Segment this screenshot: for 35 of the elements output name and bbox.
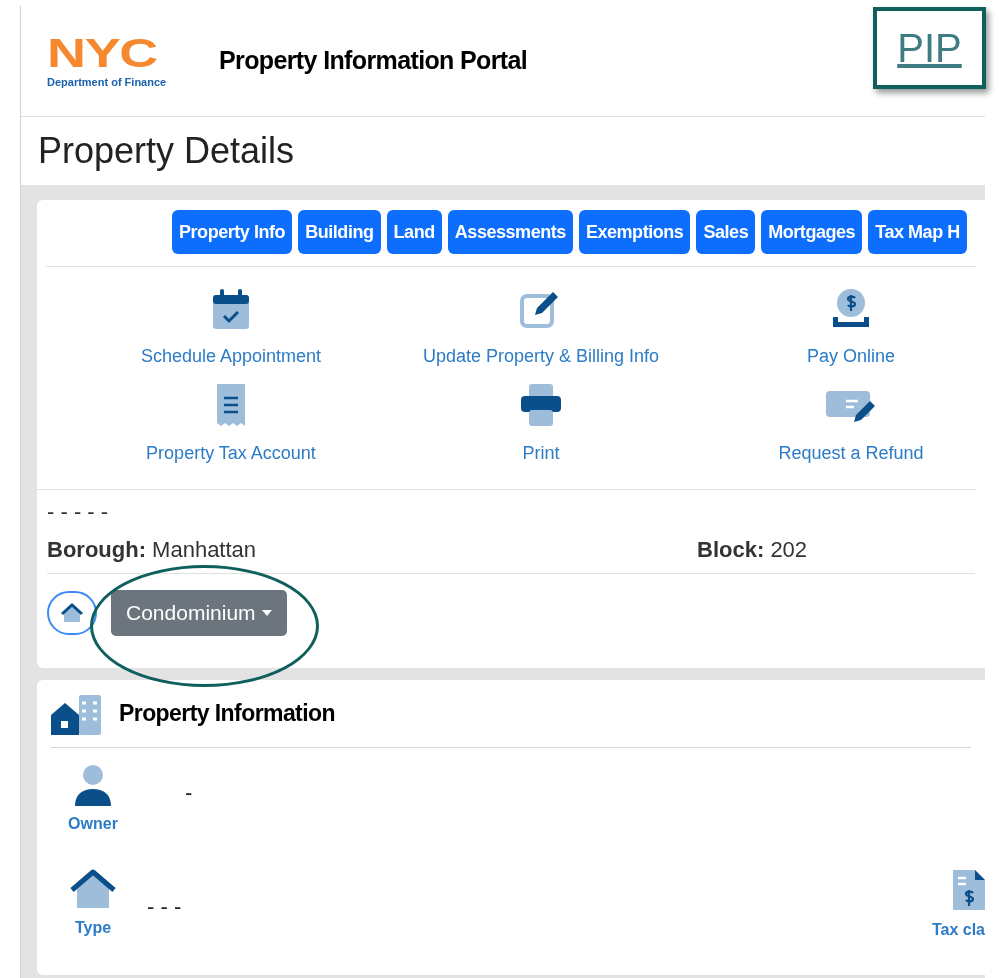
caret-icon (261, 610, 272, 616)
field-label: Type (74, 918, 112, 938)
nav-tab[interactable]: Property Info (172, 210, 293, 254)
nav-tab[interactable]: Mortgages (761, 210, 863, 254)
person-icon (73, 764, 113, 806)
summary-text: - - - - - (47, 498, 109, 526)
calendar-icon (211, 287, 251, 331)
nav-tab[interactable]: Tax Map H (868, 210, 967, 254)
action-link[interactable]: Update Property & Billing Info (422, 343, 660, 370)
nav-tab[interactable]: Building (298, 210, 381, 254)
field-value: - - - (147, 893, 182, 921)
portal-title: Property Information Portal (219, 45, 528, 77)
field-label: Owner (68, 814, 118, 834)
property-type-dropdown[interactable]: Condominium (111, 590, 287, 636)
badge-link[interactable]: PIP (897, 18, 962, 78)
nav-tab[interactable]: Exemptions (578, 210, 691, 254)
detail-field: Block: 202 (697, 533, 808, 566)
home-button[interactable] (47, 591, 97, 635)
home-icon (60, 603, 84, 623)
printer-icon (519, 382, 563, 428)
field-label: Tax cla (931, 920, 985, 940)
nav-tab[interactable]: Sales (696, 210, 756, 254)
logo: NYC Department of Finance (47, 31, 168, 90)
house-icon (69, 868, 117, 910)
field-value: - (185, 779, 193, 807)
action-link[interactable]: Request a Refund (778, 440, 924, 467)
nav-tab[interactable]: Assessments (447, 210, 573, 254)
nav-tab[interactable]: Land (386, 210, 442, 254)
detail-field: Borough: Manhattan (47, 533, 697, 566)
action-link[interactable]: Schedule Appointment (140, 343, 322, 370)
action-link[interactable]: Print (522, 440, 560, 467)
action-link[interactable]: Property Tax Account (146, 440, 316, 467)
section-title: Property Information (119, 699, 335, 729)
action-link[interactable]: Pay Online (806, 343, 896, 370)
page-title: Property Details (38, 129, 295, 173)
